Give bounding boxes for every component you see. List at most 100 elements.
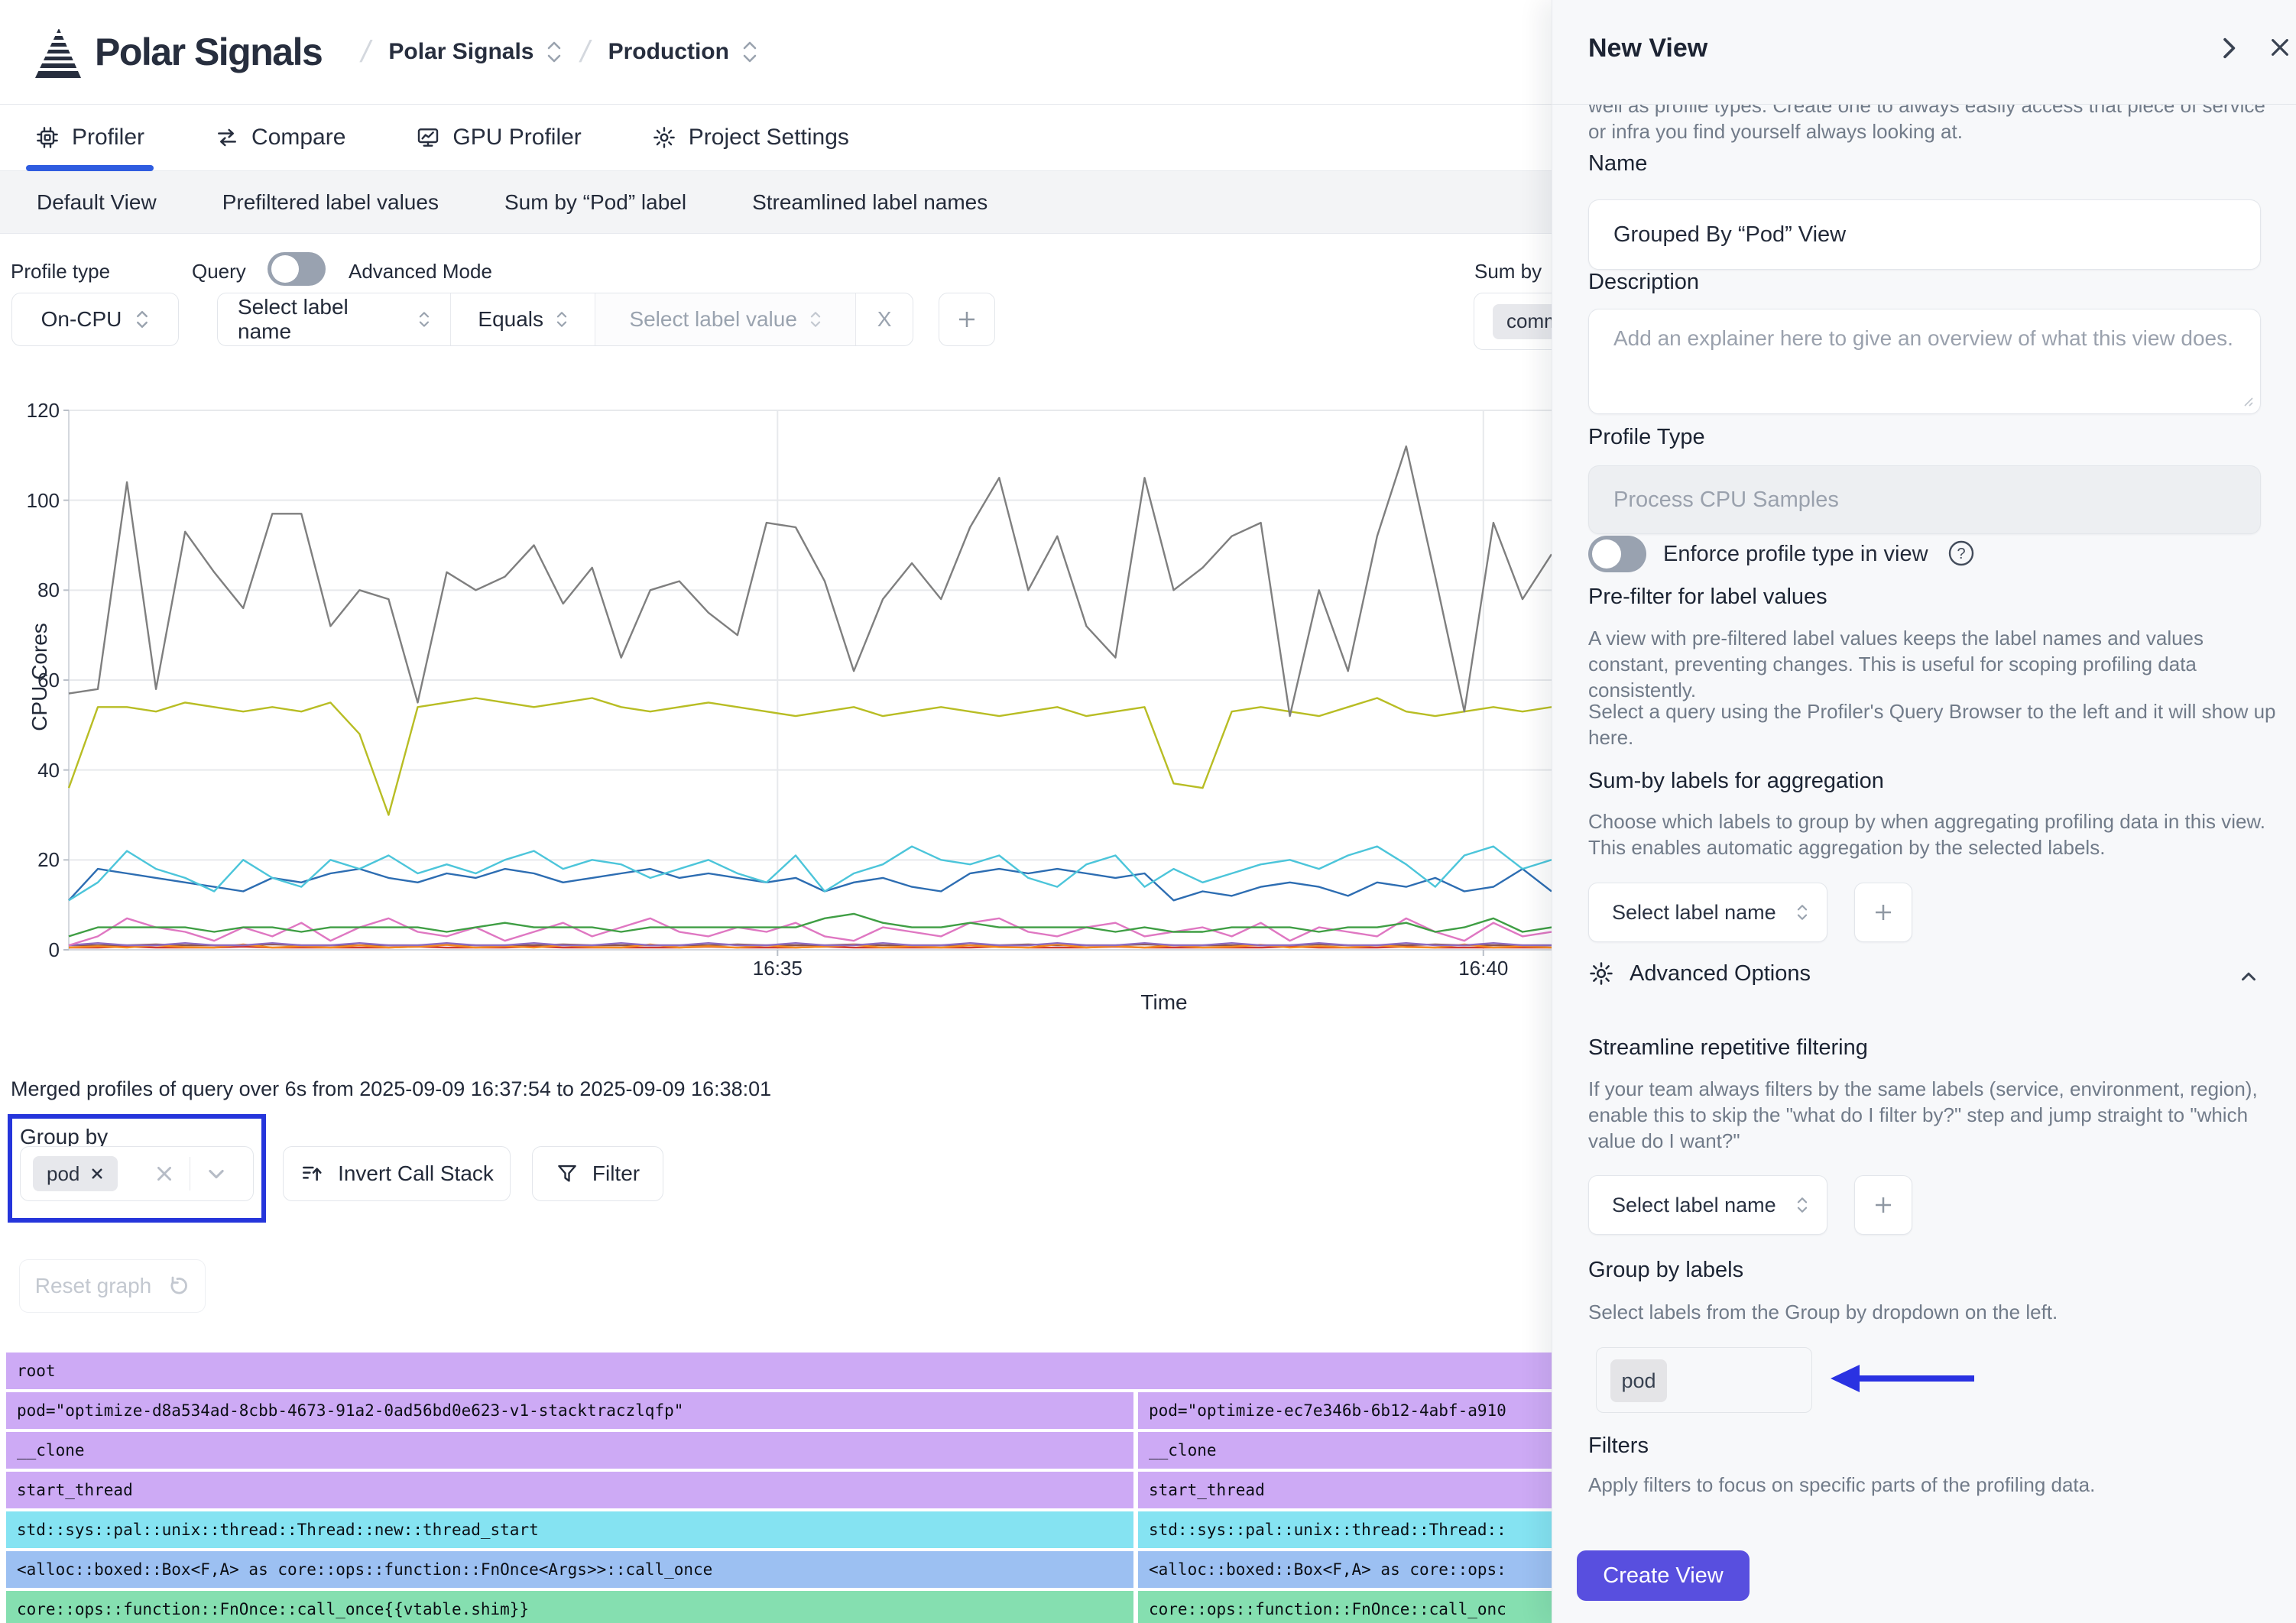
- groupby-labels-box: pod: [1596, 1347, 1812, 1413]
- flame-frame-right[interactable]: std::sys::pal::unix::thread::Thread::: [1138, 1511, 1552, 1548]
- resize-handle-icon[interactable]: [2240, 394, 2254, 407]
- help-icon[interactable]: ?: [1947, 539, 1976, 568]
- collapse-panel-icon[interactable]: [2216, 35, 2242, 61]
- y-tick-label: 60: [26, 669, 60, 692]
- y-tick-label: 80: [26, 578, 60, 602]
- group-by-chip[interactable]: pod: [33, 1156, 118, 1191]
- new-view-panel: New View well as profile types. Create o…: [1552, 0, 2296, 1623]
- breadcrumb-org[interactable]: Polar Signals: [388, 39, 563, 65]
- advanced-mode-label: Advanced Mode: [349, 260, 492, 283]
- sum-by-chip[interactable]: comm: [1493, 304, 1552, 339]
- flame-frame-left[interactable]: pod="optimize-d8a534ad-8cbb-4673-91a2-0a…: [6, 1392, 1133, 1429]
- tab-profiler[interactable]: Profiler: [35, 104, 144, 170]
- view-tab-streamlined-label-names[interactable]: Streamlined label names: [752, 190, 987, 215]
- view-tab-prefiltered-label-values[interactable]: Prefiltered label values: [222, 190, 439, 215]
- tab-project-settings[interactable]: Project Settings: [652, 104, 849, 170]
- flame-frame-right[interactable]: start_thread: [1138, 1472, 1552, 1508]
- chevron-down-icon[interactable]: [206, 1163, 227, 1184]
- breadcrumb: / Polar Signals / Production: [362, 35, 758, 70]
- merged-profiles-text: Merged profiles of query over 6s from 20…: [11, 1077, 771, 1101]
- view-tab-default-view[interactable]: Default View: [37, 190, 157, 215]
- sumby-text: Choose which labels to group by when agg…: [1588, 808, 2280, 860]
- invert-call-stack-button[interactable]: Invert Call Stack: [283, 1146, 511, 1201]
- flame-frame-right[interactable]: pod="optimize-ec7e346b-6b12-4abf-a910: [1138, 1392, 1552, 1429]
- close-panel-icon[interactable]: [2268, 35, 2292, 60]
- toggle-knob: [271, 255, 299, 283]
- panel-intro-text: well as profile types. Create one to alw…: [1588, 105, 2280, 144]
- streamline-text: If your team always filters by the same …: [1588, 1076, 2280, 1154]
- add-matcher-button[interactable]: [939, 293, 995, 346]
- sumby-add-button[interactable]: [1854, 883, 1912, 942]
- query-label: Query: [192, 260, 246, 283]
- tab-compare[interactable]: Compare: [215, 104, 345, 170]
- advanced-mode-toggle[interactable]: [268, 252, 326, 286]
- chevron-updown-icon: [556, 309, 568, 329]
- enforce-profile-type-label: Enforce profile type in view: [1663, 542, 1928, 567]
- streamline-label-select[interactable]: Select label name: [1588, 1175, 1827, 1235]
- main-content: Polar Signals / Polar Signals / Producti…: [0, 0, 1552, 1623]
- operator-select[interactable]: Equals: [451, 293, 595, 345]
- create-view-button[interactable]: Create View: [1577, 1550, 1750, 1601]
- group-by-select[interactable]: pod: [20, 1146, 254, 1201]
- app-header: Polar Signals / Polar Signals / Producti…: [0, 0, 1552, 105]
- filters-text: Apply filters to focus on specific parts…: [1588, 1472, 2280, 1498]
- chevron-updown-icon: [809, 309, 822, 329]
- chevron-up-icon[interactable]: [2237, 965, 2260, 988]
- clear-matcher-button[interactable]: X: [856, 293, 913, 345]
- flame-frame-right[interactable]: __clone: [1138, 1432, 1552, 1469]
- description-textarea[interactable]: Add an explainer here to give an overvie…: [1588, 309, 2261, 414]
- toggle-knob: [1592, 539, 1621, 569]
- chart-series: [69, 914, 1552, 937]
- advanced-options-row[interactable]: Advanced Options: [1588, 961, 1811, 986]
- chevron-updown-icon: [418, 309, 430, 329]
- name-input[interactable]: Grouped By “Pod” View: [1588, 199, 2261, 270]
- clear-all-icon[interactable]: [154, 1164, 174, 1184]
- filter-button[interactable]: Filter: [532, 1146, 663, 1201]
- streamline-add-button[interactable]: [1854, 1175, 1912, 1235]
- flame-graph[interactable]: rootpod="optimize-d8a534ad-8cbb-4673-91a…: [0, 1352, 1552, 1623]
- filters-heading: Filters: [1588, 1433, 1649, 1459]
- groupby-pod-chip[interactable]: pod: [1610, 1359, 1667, 1402]
- profile-type-label: Profile Type: [1588, 425, 1705, 450]
- tab-gpu-profiler[interactable]: GPU Profiler: [416, 104, 581, 170]
- views-bar: Default View Prefiltered label values Sum …: [0, 171, 1552, 234]
- chevron-updown-icon[interactable]: [741, 40, 758, 64]
- sum-by-select[interactable]: comm: [1474, 293, 1552, 350]
- label-name-select[interactable]: Select label name: [218, 293, 451, 345]
- flame-frame-left[interactable]: start_thread: [6, 1472, 1133, 1508]
- cpu-cores-chart[interactable]: [61, 403, 1552, 957]
- reset-graph-button[interactable]: Reset graph: [19, 1259, 206, 1313]
- chevron-updown-icon[interactable]: [546, 40, 563, 64]
- breadcrumb-slash-icon: /: [578, 35, 594, 70]
- flame-frame-left[interactable]: __clone: [6, 1432, 1133, 1469]
- sumby-label-select[interactable]: Select label name: [1588, 883, 1827, 942]
- breadcrumb-project[interactable]: Production: [608, 39, 758, 65]
- svg-text:?: ?: [1957, 546, 1965, 562]
- flame-frame-left[interactable]: std::sys::pal::unix::thread::Thread::new…: [6, 1511, 1133, 1548]
- sumby-heading: Sum-by labels for aggregation: [1588, 769, 1884, 794]
- prefilter-text: A view with pre-filtered label values ke…: [1588, 625, 2280, 703]
- x-tick-label: 16:40: [1458, 957, 1508, 980]
- label-value-select[interactable]: Select label value: [595, 293, 856, 345]
- x-axis-title: Time: [1140, 990, 1187, 1015]
- prefilter-heading: Pre-filter for label values: [1588, 585, 1827, 610]
- flame-frame-right[interactable]: core::ops::function::FnOnce::call_onc: [1138, 1591, 1552, 1623]
- flame-frame-left[interactable]: core::ops::function::FnOnce::call_once{{…: [6, 1591, 1133, 1623]
- flame-frame-left[interactable]: <alloc::boxed::Box<F,A> as core::ops::fu…: [6, 1551, 1133, 1588]
- flame-frame-root[interactable]: root: [6, 1352, 1552, 1389]
- y-tick-label: 20: [26, 848, 60, 872]
- groupby-labels-heading: Group by labels: [1588, 1258, 1743, 1283]
- profile-type-select[interactable]: On-CPU: [11, 293, 179, 346]
- panel-body: well as profile types. Create one to alw…: [1552, 105, 2296, 1623]
- view-tab-sum-by-pod-label[interactable]: Sum by “Pod” label: [504, 190, 686, 215]
- description-label: Description: [1588, 270, 1699, 295]
- remove-chip-icon[interactable]: [90, 1167, 104, 1181]
- chevron-updown-icon: [1796, 1195, 1808, 1215]
- panel-title: New View: [1588, 34, 1707, 63]
- enforce-profile-type-toggle[interactable]: [1588, 536, 1646, 572]
- brand-wordmark: Polar Signals: [95, 30, 322, 74]
- profile-type-input[interactable]: Process CPU Samples: [1588, 465, 2261, 534]
- compare-icon: [215, 125, 239, 150]
- tab-label: Project Settings: [689, 125, 849, 151]
- flame-frame-right[interactable]: <alloc::boxed::Box<F,A> as core::ops:: [1138, 1551, 1552, 1588]
